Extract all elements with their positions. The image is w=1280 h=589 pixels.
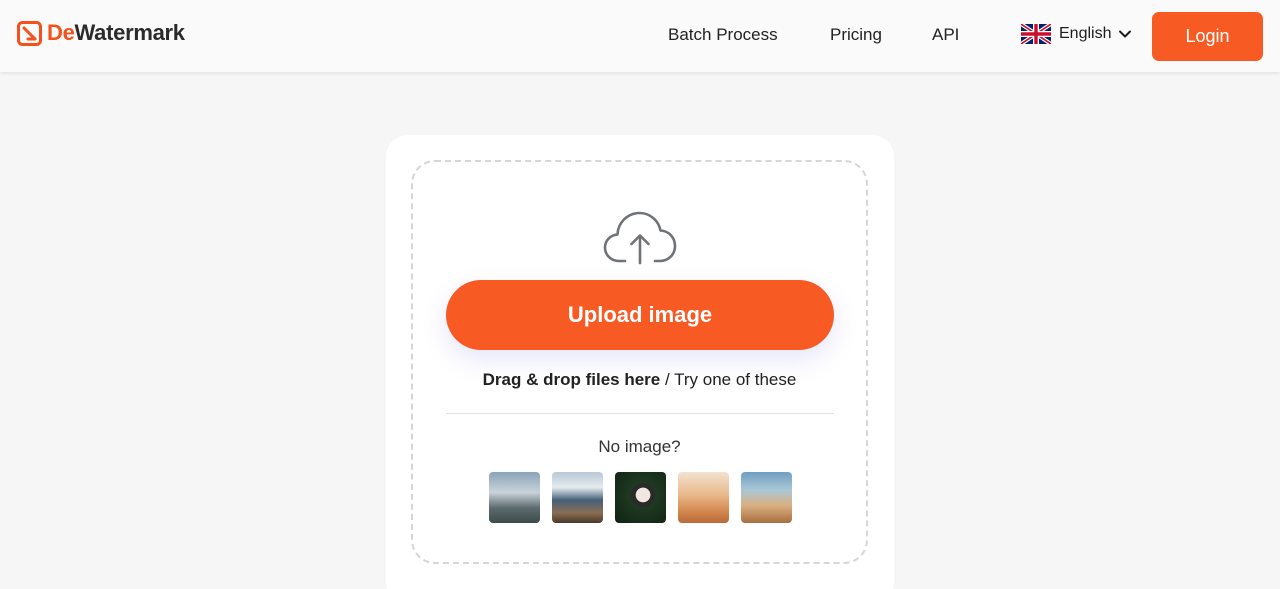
nav-api[interactable]: API xyxy=(932,25,959,45)
drag-drop-hint: Drag & drop files here / Try one of thes… xyxy=(411,370,868,390)
logo-text-prefix: De xyxy=(47,20,75,45)
crop-square-icon xyxy=(17,20,42,46)
cloud-upload-icon xyxy=(603,211,677,265)
header: DeWatermark Batch Process Pricing API En… xyxy=(0,0,1280,72)
language-label: English xyxy=(1059,25,1112,42)
upload-image-button[interactable]: Upload image xyxy=(446,280,834,350)
sample-dunes-image[interactable] xyxy=(741,472,792,523)
chevron-down-icon xyxy=(1119,30,1132,38)
try-samples-link[interactable]: Try one of these xyxy=(674,370,796,389)
sample-house-image[interactable] xyxy=(489,472,540,523)
sample-woman-image[interactable] xyxy=(615,472,666,523)
nav-pricing[interactable]: Pricing xyxy=(830,25,882,45)
divider xyxy=(446,413,834,414)
drag-drop-text: Drag & drop files here xyxy=(482,370,661,389)
logo[interactable]: DeWatermark xyxy=(17,20,185,46)
language-selector[interactable]: English xyxy=(1021,24,1132,44)
sample-desert-image[interactable] xyxy=(678,472,729,523)
sample-lake-image[interactable] xyxy=(552,472,603,523)
uk-flag-icon xyxy=(1021,24,1051,44)
sample-images xyxy=(489,472,792,523)
logo-text: DeWatermark xyxy=(47,20,185,46)
login-button[interactable]: Login xyxy=(1152,12,1263,61)
logo-text-suffix: Watermark xyxy=(74,20,186,45)
no-image-label: No image? xyxy=(598,437,681,456)
hint-separator: / xyxy=(660,370,675,389)
nav-batch-process[interactable]: Batch Process xyxy=(668,25,778,45)
